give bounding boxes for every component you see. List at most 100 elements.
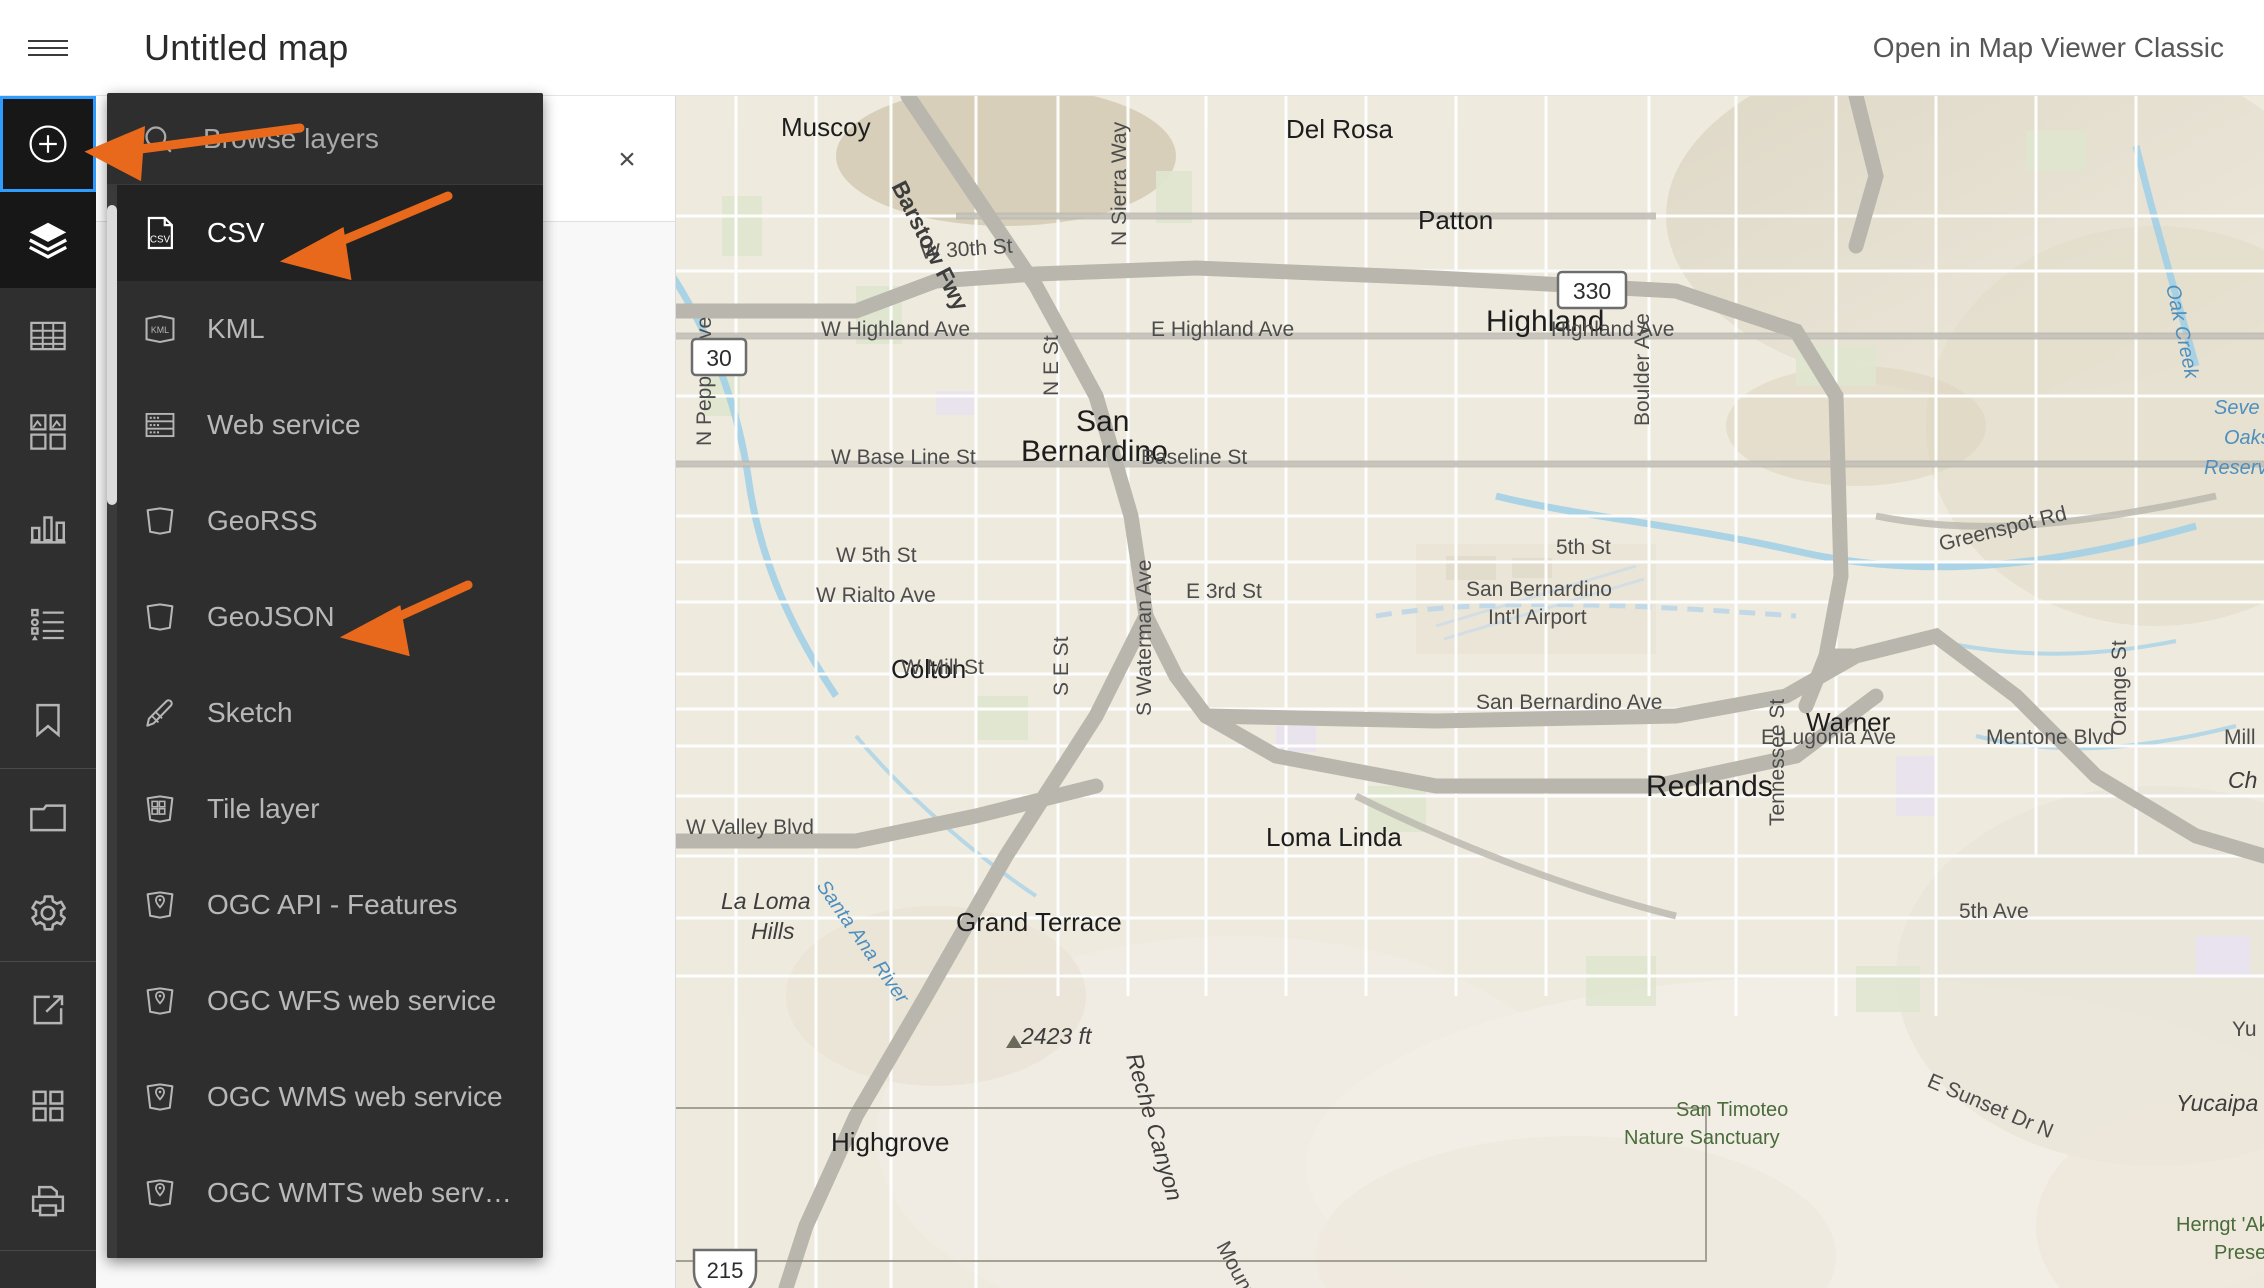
menu-item-geojson[interactable]: GeoJSON xyxy=(107,569,543,665)
svg-text:30: 30 xyxy=(706,345,732,371)
svg-text:W Valley Blvd: W Valley Blvd xyxy=(686,816,814,839)
menu-item-georss[interactable]: GeoRSS xyxy=(107,473,543,569)
menu-item-label: OGC API - Features xyxy=(207,889,458,920)
svg-text:E 3rd St: E 3rd St xyxy=(1186,580,1262,603)
hamburger-menu-button[interactable] xyxy=(0,0,96,96)
left-toolbar xyxy=(0,96,96,1288)
svg-text:S E St: S E St xyxy=(1050,636,1073,696)
highway-shield-30: 30 xyxy=(690,337,748,377)
menu-item-ogc-api-features[interactable]: OGC API - Features xyxy=(107,857,543,953)
map-sheet-icon xyxy=(146,603,174,631)
page-title[interactable]: Untitled map xyxy=(144,27,349,69)
menu-item-label: OGC WMTS web serv… xyxy=(207,1177,512,1208)
svg-text:N E St: N E St xyxy=(1040,335,1063,396)
svg-text:Ch: Ch xyxy=(2228,767,2257,793)
add-layer-source-menu: Browse layers CSV CSV KML KML Web servic… xyxy=(107,93,543,1258)
svg-text:Boulder Ave: Boulder Ave xyxy=(1631,313,1654,426)
menu-item-label: GeoRSS xyxy=(207,505,318,536)
sidebar-item-bookmarks[interactable] xyxy=(0,672,96,768)
open-in-map-viewer-classic-link[interactable]: Open in Map Viewer Classic xyxy=(1873,32,2224,64)
menu-item-web-service[interactable]: Web service xyxy=(107,377,543,473)
map-canvas[interactable]: Muscoy Del Rosa Patton Highland San Bern… xyxy=(676,96,2264,1288)
svg-text:Seve: Seve xyxy=(2214,397,2260,419)
menu-item-kml[interactable]: KML KML xyxy=(107,281,543,377)
server-icon xyxy=(145,412,175,438)
hamburger-icon xyxy=(28,53,68,56)
svg-text:Oaks: Oaks xyxy=(2224,427,2264,449)
kml-file-icon: KML xyxy=(145,314,175,344)
menu-item-label: Sketch xyxy=(207,697,293,728)
print-icon xyxy=(31,1185,65,1217)
svg-text:5th Ave: 5th Ave xyxy=(1959,900,2029,923)
folder-icon xyxy=(30,804,66,832)
sidebar-item-basemap[interactable] xyxy=(0,384,96,480)
svg-text:W Highland Ave: W Highland Ave xyxy=(821,318,970,341)
close-icon[interactable]: × xyxy=(607,140,647,180)
share-icon xyxy=(33,995,64,1025)
svg-text:San Bernardino: San Bernardino xyxy=(1466,578,1612,601)
svg-text:Highland Ave: Highland Ave xyxy=(1551,318,1674,341)
menu-item-label: Web service xyxy=(207,409,361,440)
svg-text:Patton: Patton xyxy=(1418,205,1493,235)
sidebar-item-tables[interactable] xyxy=(0,288,96,384)
svg-text:Tennessee St: Tennessee St xyxy=(1766,699,1789,826)
menu-scroll-area: CSV CSV KML KML Web service GeoRSS GeoJS… xyxy=(107,185,543,1258)
sidebar-item-settings[interactable] xyxy=(0,865,96,961)
menu-item-label: GeoJSON xyxy=(207,601,335,632)
map-sheet-icon xyxy=(146,507,174,535)
hamburger-icon xyxy=(28,39,68,42)
svg-text:Redlands: Redlands xyxy=(1646,770,1773,803)
menu-scrollbar-track[interactable] xyxy=(107,185,117,1258)
svg-text:Reserv: Reserv xyxy=(2204,457,2264,479)
svg-text:Muscoy: Muscoy xyxy=(781,112,871,142)
menu-item-ogc-wfs-web-service[interactable]: OGC WFS web service xyxy=(107,953,543,1049)
svg-text:Nature Sanctuary: Nature Sanctuary xyxy=(1624,1127,1780,1149)
bar-chart-icon xyxy=(30,516,66,544)
sidebar-item-apps[interactable] xyxy=(0,1058,96,1154)
svg-text:W Base Line St: W Base Line St xyxy=(831,446,976,469)
apps-grid-icon xyxy=(32,1090,64,1122)
sidebar-item-add-layer[interactable] xyxy=(0,96,96,192)
svg-text:Mill: Mill xyxy=(2224,726,2256,749)
svg-text:San Timoteo: San Timoteo xyxy=(1676,1099,1788,1121)
menu-item-label: OGC WFS web service xyxy=(207,985,497,1016)
menu-item-label: Tile layer xyxy=(207,793,320,824)
svg-text:La Loma: La Loma xyxy=(721,888,811,914)
menu-item-ogc-wmts-web-service[interactable]: OGC WMTS web serv… xyxy=(107,1145,543,1241)
browse-layers-search[interactable]: Browse layers xyxy=(107,93,543,185)
sidebar-item-layers[interactable] xyxy=(0,192,96,288)
sidebar-item-print[interactable] xyxy=(0,1154,96,1250)
gear-icon xyxy=(31,895,66,931)
svg-text:Loma Linda: Loma Linda xyxy=(1266,822,1402,852)
hamburger-icon xyxy=(28,46,68,49)
menu-item-tile-layer[interactable]: Tile layer xyxy=(107,761,543,857)
app-header: Untitled map Open in Map Viewer Classic xyxy=(0,0,2264,96)
svg-text:Highgrove: Highgrove xyxy=(831,1127,950,1157)
sidebar-item-legend[interactable] xyxy=(0,576,96,672)
svg-text:Orange St: Orange St xyxy=(2108,640,2131,736)
svg-text:W Mill St: W Mill St xyxy=(901,656,984,679)
svg-text:5th St: 5th St xyxy=(1556,536,1611,559)
menu-item-label: KML xyxy=(207,313,265,344)
highway-shield-215: 215 xyxy=(692,1248,758,1288)
svg-text:W 5th St: W 5th St xyxy=(836,544,917,567)
csv-file-icon: CSV xyxy=(147,216,173,250)
menu-item-label: OGC WMS web service xyxy=(207,1081,503,1112)
basemap-render: Muscoy Del Rosa Patton Highland San Bern… xyxy=(676,96,2264,1288)
search-icon xyxy=(145,125,172,153)
plus-circle-icon xyxy=(29,125,67,163)
menu-item-csv[interactable]: CSV CSV xyxy=(107,185,543,281)
menu-item-sketch[interactable]: Sketch xyxy=(107,665,543,761)
sidebar-item-charts[interactable] xyxy=(0,480,96,576)
pencil-icon xyxy=(146,699,173,727)
menu-scrollbar-thumb[interactable] xyxy=(107,205,117,505)
svg-text:Hills: Hills xyxy=(751,918,795,944)
sidebar-item-contents[interactable] xyxy=(0,769,96,865)
svg-text:Del Rosa: Del Rosa xyxy=(1286,114,1393,144)
menu-item-ogc-wms-web-service[interactable]: OGC WMS web service xyxy=(107,1049,543,1145)
map-pin-icon xyxy=(146,1179,174,1207)
svg-text:Yu: Yu xyxy=(2232,1018,2257,1041)
svg-text:330: 330 xyxy=(1573,278,1611,304)
sidebar-item-share[interactable] xyxy=(0,962,96,1058)
svg-text:San Bernardino Ave: San Bernardino Ave xyxy=(1476,691,1662,714)
